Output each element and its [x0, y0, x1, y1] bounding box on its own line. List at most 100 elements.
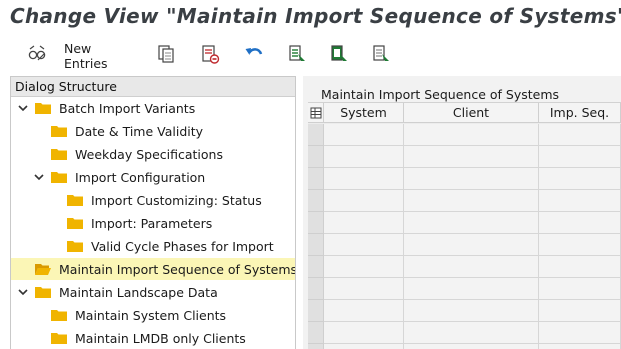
- cell-client[interactable]: [404, 190, 539, 212]
- cell-imp-seq[interactable]: [539, 344, 621, 349]
- cell-client[interactable]: [404, 124, 539, 146]
- tree-node-import-configuration[interactable]: Import Configuration: [11, 166, 295, 188]
- select-all-button[interactable]: [286, 44, 308, 68]
- tree-node-label: Maintain Landscape Data: [59, 284, 218, 300]
- cell-imp-seq[interactable]: [539, 322, 621, 344]
- folder-icon: [35, 286, 51, 298]
- dialog-structure-panel: Dialog Structure Batch Import Variants D…: [10, 76, 296, 349]
- cell-system[interactable]: [324, 278, 404, 300]
- cell-client[interactable]: [404, 278, 539, 300]
- delete-button[interactable]: [198, 44, 222, 68]
- cell-client[interactable]: [404, 146, 539, 168]
- column-header-client[interactable]: Client: [404, 103, 539, 123]
- deselect-all-icon: [372, 44, 390, 68]
- folder-icon: [67, 240, 83, 252]
- folder-icon: [51, 148, 67, 160]
- folder-icon: [51, 309, 67, 321]
- chevron-down-icon[interactable]: [17, 286, 29, 298]
- cell-system[interactable]: [324, 146, 404, 168]
- copy-as-button[interactable]: [154, 44, 178, 68]
- tree-node-label: Weekday Specifications: [75, 146, 223, 162]
- row-selector[interactable]: [308, 256, 324, 278]
- tree-node-import-parameters[interactable]: Import: Parameters: [11, 212, 295, 234]
- row-selector[interactable]: [308, 322, 324, 344]
- cell-system[interactable]: [324, 190, 404, 212]
- cell-system[interactable]: [324, 344, 404, 349]
- cell-system[interactable]: [324, 212, 404, 234]
- tree-node-label: Maintain System Clients: [75, 307, 227, 323]
- tree-node-weekday-specifications[interactable]: Weekday Specifications: [11, 143, 295, 165]
- copy-icon: [156, 44, 176, 68]
- table-row: [308, 212, 621, 234]
- cell-imp-seq[interactable]: [539, 278, 621, 300]
- deselect-all-button[interactable]: [370, 44, 392, 68]
- tree-node-batch-import-variants[interactable]: Batch Import Variants: [11, 97, 295, 119]
- delete-icon: [200, 44, 220, 68]
- tree-node-maintain-import-sequence[interactable]: Maintain Import Sequence of Systems: [11, 258, 296, 280]
- cell-client[interactable]: [404, 234, 539, 256]
- folder-icon: [67, 194, 83, 206]
- row-selector[interactable]: [308, 234, 324, 256]
- undo-change-button[interactable]: [242, 44, 266, 68]
- chevron-down-icon[interactable]: [33, 171, 45, 183]
- select-block-icon: [330, 44, 348, 68]
- tree-node-maintain-lmdb-clients[interactable]: Maintain LMDB only Clients: [11, 327, 295, 349]
- cell-client[interactable]: [404, 256, 539, 278]
- cell-system[interactable]: [324, 300, 404, 322]
- row-selector[interactable]: [308, 300, 324, 322]
- row-selector[interactable]: [308, 212, 324, 234]
- tree-node-import-customizing-status[interactable]: Import Customizing: Status: [11, 189, 295, 211]
- window-title: Change View "Maintain Import Sequence of…: [10, 4, 621, 28]
- chevron-down-icon[interactable]: [17, 102, 29, 114]
- row-selector[interactable]: [308, 168, 324, 190]
- column-header-system[interactable]: System: [324, 103, 404, 123]
- cell-imp-seq[interactable]: [539, 146, 621, 168]
- display-change-button[interactable]: [26, 44, 48, 68]
- table-row: [308, 322, 621, 344]
- tree-node-maintain-landscape-data[interactable]: Maintain Landscape Data: [11, 281, 295, 303]
- row-selector[interactable]: [308, 344, 324, 349]
- row-selector[interactable]: [308, 278, 324, 300]
- cell-imp-seq[interactable]: [539, 124, 621, 146]
- cell-system[interactable]: [324, 168, 404, 190]
- table-row: [308, 256, 621, 278]
- select-block-button[interactable]: [328, 44, 350, 68]
- folder-icon: [51, 171, 67, 183]
- folder-icon: [67, 217, 83, 229]
- table-panel: Maintain Import Sequence of Systems Syst…: [303, 76, 621, 349]
- cell-system[interactable]: [324, 256, 404, 278]
- row-selector[interactable]: [308, 190, 324, 212]
- cell-imp-seq[interactable]: [539, 234, 621, 256]
- cell-client[interactable]: [404, 300, 539, 322]
- table-title: Maintain Import Sequence of Systems: [321, 87, 560, 102]
- select-all-rows-button[interactable]: [308, 103, 324, 123]
- cell-system[interactable]: [324, 234, 404, 256]
- table-row: [308, 168, 621, 190]
- row-selector[interactable]: [308, 124, 324, 146]
- cell-client[interactable]: [404, 344, 539, 349]
- tree-node-maintain-system-clients[interactable]: Maintain System Clients: [11, 304, 295, 326]
- tree-node-label: Date & Time Validity: [75, 123, 204, 139]
- table-control: System Client Imp. Seq.: [308, 102, 621, 349]
- glasses-toggle-icon: [27, 45, 47, 67]
- cell-imp-seq[interactable]: [539, 212, 621, 234]
- folder-icon: [51, 125, 67, 137]
- tree-node-date-time-validity[interactable]: Date & Time Validity: [11, 120, 295, 142]
- cell-client[interactable]: [404, 212, 539, 234]
- table-row: [308, 344, 621, 349]
- cell-imp-seq[interactable]: [539, 190, 621, 212]
- cell-system[interactable]: [324, 124, 404, 146]
- column-header-imp-seq[interactable]: Imp. Seq.: [539, 103, 621, 123]
- select-all-icon: [288, 44, 306, 68]
- cell-client[interactable]: [404, 322, 539, 344]
- cell-imp-seq[interactable]: [539, 300, 621, 322]
- cell-imp-seq[interactable]: [539, 256, 621, 278]
- cell-client[interactable]: [404, 168, 539, 190]
- cell-imp-seq[interactable]: [539, 168, 621, 190]
- table-settings-icon: [310, 107, 322, 122]
- tree-node-label: Maintain Import Sequence of Systems: [59, 261, 296, 277]
- tree-node-valid-cycle-phases[interactable]: Valid Cycle Phases for Import: [11, 235, 295, 257]
- new-entries-button[interactable]: New Entries: [64, 41, 138, 71]
- cell-system[interactable]: [324, 322, 404, 344]
- row-selector[interactable]: [308, 146, 324, 168]
